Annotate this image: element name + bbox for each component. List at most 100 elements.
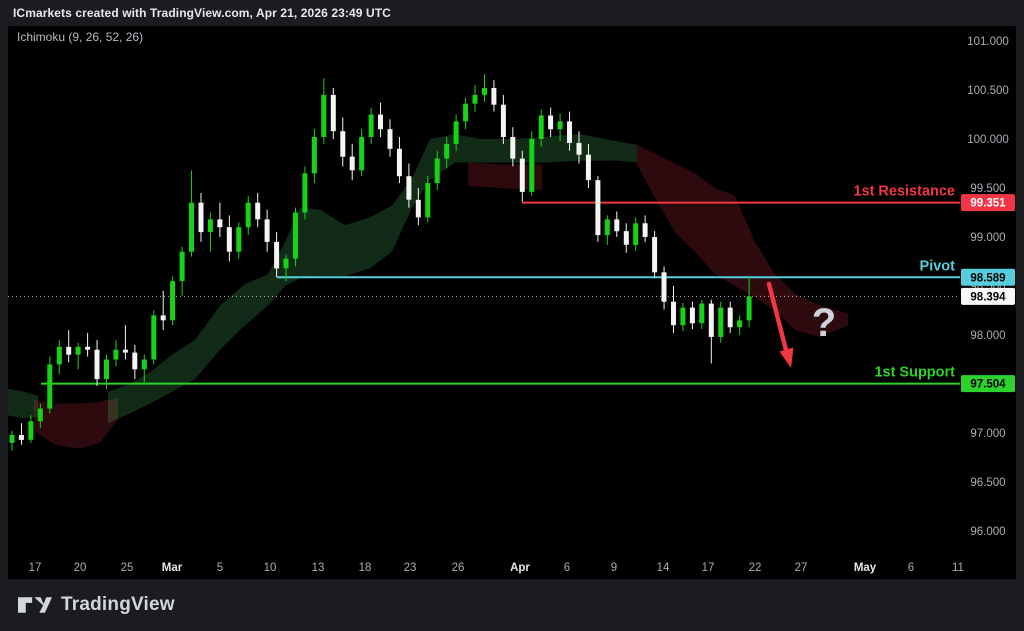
- candle-up: [605, 219, 610, 235]
- candle-up: [680, 308, 685, 326]
- candle-down: [331, 95, 336, 131]
- indicator-label[interactable]: Ichimoku (9, 26, 52, 26): [17, 30, 143, 44]
- candle-up: [444, 144, 449, 159]
- candle-down: [709, 304, 714, 337]
- time-axis-label: 13: [312, 562, 325, 574]
- resistance-label: 1st Resistance: [853, 184, 955, 200]
- candle-up: [312, 137, 317, 173]
- candle-up: [47, 364, 52, 408]
- candle-down: [728, 308, 733, 328]
- candle-up: [473, 95, 478, 104]
- candle-up: [302, 173, 307, 212]
- price-axis-label: 100.000: [967, 134, 1009, 146]
- candle-down: [397, 149, 402, 176]
- candle-down: [161, 315, 166, 320]
- candle-down: [199, 203, 204, 232]
- candle-up: [284, 259, 289, 269]
- price-axis-label: 99.000: [970, 232, 1005, 244]
- candle-up: [633, 223, 638, 245]
- candle-down: [378, 115, 383, 130]
- candle-down: [85, 347, 90, 350]
- candle-up: [113, 350, 118, 360]
- candle-up: [76, 347, 81, 355]
- support-price-badge-text: 97.504: [970, 379, 1006, 391]
- candle-down: [501, 105, 506, 137]
- candle-down: [19, 435, 24, 440]
- candle-up: [28, 421, 33, 440]
- time-axis-label: 10: [264, 562, 277, 574]
- candle-down: [662, 272, 667, 301]
- candle-down: [123, 350, 128, 353]
- candle-up: [208, 219, 213, 232]
- candle-down: [624, 231, 629, 245]
- time-axis-label: 6: [908, 562, 914, 574]
- candle-up: [170, 281, 175, 320]
- candle-down: [595, 180, 600, 235]
- candle-up: [38, 409, 43, 422]
- pivot-label: Pivot: [920, 258, 956, 274]
- price-axis-label: 96.000: [970, 526, 1005, 538]
- candle-down: [690, 308, 695, 324]
- time-axis-label: 27: [795, 562, 808, 574]
- time-axis-label: Mar: [162, 562, 183, 574]
- price-axis-label: 100.500: [967, 85, 1009, 97]
- time-axis-label: 6: [564, 562, 570, 574]
- candle-up: [359, 137, 364, 170]
- candle-down: [548, 116, 553, 130]
- candle-up: [463, 104, 468, 122]
- candle-down: [66, 347, 71, 355]
- candle-up: [737, 320, 742, 327]
- candle-up: [718, 308, 723, 337]
- candle-down: [340, 131, 345, 157]
- candle-up: [57, 347, 62, 365]
- candle-up: [539, 116, 544, 140]
- candle-up: [104, 360, 109, 380]
- candle-down: [491, 88, 496, 105]
- candle-down: [388, 129, 393, 149]
- candle-down: [577, 143, 582, 155]
- price-axis-label: 96.500: [970, 477, 1005, 489]
- time-axis-label: 26: [452, 562, 465, 574]
- candle-down: [614, 219, 619, 231]
- candle-down: [652, 237, 657, 272]
- candle-up: [435, 159, 440, 184]
- candle-down: [671, 302, 676, 326]
- resistance-price-badge-text: 99.351: [970, 198, 1006, 210]
- candle-down: [274, 242, 279, 269]
- candle-down: [586, 155, 591, 181]
- candle-up: [558, 121, 563, 129]
- candle-up: [747, 296, 752, 320]
- candle-up: [293, 213, 298, 259]
- candle-down: [227, 227, 232, 252]
- price-axis-label: 99.500: [970, 183, 1005, 195]
- time-axis-label: 25: [121, 562, 134, 574]
- candle-up: [246, 203, 251, 228]
- time-axis-label: 17: [702, 562, 715, 574]
- candle-down: [217, 219, 222, 227]
- time-axis-label: 20: [74, 562, 87, 574]
- price-chart[interactable]: 101.000100.500100.00099.50099.00098.5009…: [0, 0, 1024, 631]
- time-axis-label: 5: [217, 562, 223, 574]
- time-axis-label: 18: [359, 562, 372, 574]
- time-axis-label: 9: [611, 562, 617, 574]
- candle-down: [643, 223, 648, 237]
- candle-up: [236, 227, 241, 252]
- time-axis-label: 23: [404, 562, 417, 574]
- price-axis-label: 98.000: [970, 330, 1005, 342]
- question-mark-annotation: ?: [812, 301, 836, 345]
- time-axis-label: 22: [749, 562, 762, 574]
- time-axis-label: Apr: [510, 562, 530, 574]
- current-price-badge-text: 98.394: [970, 291, 1006, 303]
- time-axis-label: 14: [657, 562, 670, 574]
- candle-up: [529, 139, 534, 192]
- candle-up: [10, 435, 15, 443]
- candle-down: [350, 157, 355, 171]
- candle-down: [416, 200, 421, 218]
- pivot-price-badge-text: 98.589: [970, 272, 1005, 284]
- candle-down: [265, 219, 270, 242]
- support-label: 1st Support: [874, 365, 955, 381]
- candle-down: [255, 203, 260, 220]
- candle-down: [520, 159, 525, 192]
- time-axis-label: 11: [952, 562, 964, 574]
- candle-down: [510, 137, 515, 159]
